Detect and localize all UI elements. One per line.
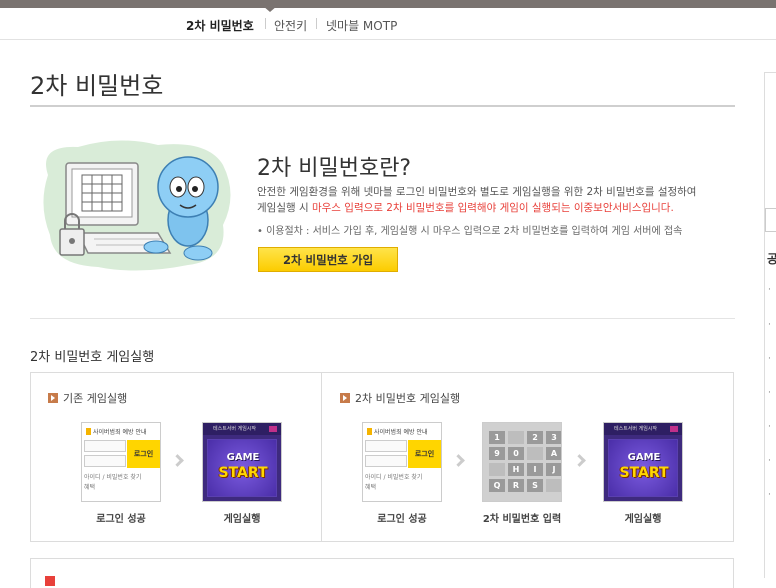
keypad-key: R <box>508 479 524 492</box>
right-panel-list-item[interactable]: · <box>768 388 771 398</box>
login-mini-footer: 아이디 / 비밀번호 찾기혜택 <box>84 473 141 493</box>
right-panel-list-item[interactable]: · <box>768 320 771 330</box>
right-panel-list-item[interactable]: · <box>768 456 771 466</box>
login-mini-button: 로그인 <box>408 440 441 468</box>
step-label-login-success: 로그인 성공 <box>96 514 146 525</box>
intro-description-highlight-line: 게임실행 시 마우스 입력으로 2차 비밀번호를 입력해야 게임이 실행되는 이… <box>257 200 674 215</box>
login-mini-footer-line1: 아이디 / 비밀번호 찾기 <box>84 474 142 481</box>
game-mini-bar: 테스트서버 게임시작 <box>203 423 281 435</box>
join-second-password-button[interactable]: 2차 비밀번호 가입 <box>258 247 398 272</box>
flow-left-title-text: 기존 게임실행 <box>63 392 128 405</box>
login-screen-thumbnail: 사이버범죄 예방 안내 로그인 아이디 / 비밀번호 찾기혜택 <box>362 422 442 502</box>
login-mini-footer-line1: 아이디 / 비밀번호 찾기 <box>365 474 423 481</box>
step-label-game-run: 게임실행 <box>223 514 261 525</box>
keypad-key: 0 <box>508 447 524 460</box>
login-mini-footer: 아이디 / 비밀번호 찾기혜택 <box>365 473 422 493</box>
game-start-thumbnail: 테스트서버 게임시작 GAME START <box>603 422 683 502</box>
login-mini-header: 사이버범죄 예방 안내 <box>86 427 147 436</box>
keypad-thumbnail: 1 2 3 9 0 A H I J Q R S <box>482 422 562 502</box>
sub-navigation: 2차 비밀번호 안전키 넷마블 MOTP <box>0 8 776 40</box>
arrow-right-icon <box>340 393 350 403</box>
keypad-key: H <box>508 463 524 476</box>
page-title: 2차 비밀번호 <box>30 72 164 100</box>
title-divider <box>30 105 735 107</box>
step-label-login-success: 로그인 성공 <box>377 514 427 525</box>
keypad-key: Q <box>489 479 505 492</box>
right-side-panel: 공 · · · · · · · <box>764 72 776 578</box>
intro-procedure: • 이용절차 : 서비스 가입 후, 게임실행 시 마우스 입력으로 2차 비밀… <box>257 226 683 237</box>
game-start-logo: GAME START <box>608 439 678 497</box>
intro-heading: 2차 비밀번호란? <box>257 156 412 181</box>
keypad-key: J <box>546 463 561 476</box>
arrow-right-icon <box>48 393 58 403</box>
login-mini-header: 사이버범죄 예방 안내 <box>367 427 428 436</box>
subnav-divider <box>316 18 317 29</box>
keypad-key <box>489 463 505 476</box>
game-start-logo-start: START <box>619 465 669 481</box>
right-panel-list-item[interactable]: · <box>768 490 771 500</box>
keypad-key <box>508 431 524 444</box>
game-start-logo-start: START <box>218 465 268 481</box>
keypad-key: 2 <box>527 431 543 444</box>
right-panel-list-item[interactable]: · <box>768 285 771 295</box>
flow-right-title-text: 2차 비밀번호 게임실행 <box>355 392 461 405</box>
right-panel-heading: 공 <box>767 252 776 266</box>
next-section-box <box>30 558 734 588</box>
login-mini-footer-line2: 혜택 <box>365 484 377 491</box>
subnav-item-second-password[interactable]: 2차 비밀번호 <box>186 17 254 34</box>
login-mini-pw-field <box>365 455 407 467</box>
top-bar <box>0 0 776 8</box>
keypad-grid: 1 2 3 9 0 A H I J Q R S <box>489 431 561 492</box>
intro-description: 안전한 게임환경을 위해 넷마블 로그인 비밀번호와 별도로 게임실행을 위한 … <box>257 186 697 198</box>
keypad-key: 1 <box>489 431 505 444</box>
game-start-logo-game: GAME <box>627 452 661 463</box>
flow-section-heading: 2차 비밀번호 게임실행 <box>30 350 155 365</box>
keypad-key: A <box>546 447 561 460</box>
login-mini-pw-field <box>84 455 126 467</box>
section-divider <box>30 318 735 319</box>
security-mascot-illustration <box>43 140 231 271</box>
keypad-key <box>527 447 543 460</box>
keypad-key: I <box>527 463 543 476</box>
login-mini-button: 로그인 <box>127 440 160 468</box>
intro-line2-highlight: 마우스 입력으로 2차 비밀번호를 입력해야 게임이 실행되는 이중보안서비스입… <box>311 202 674 214</box>
game-start-thumbnail: 테스트서버 게임시작 GAME START <box>202 422 282 502</box>
subnav-divider <box>265 18 266 29</box>
keypad-key: 3 <box>546 431 561 444</box>
flow-right-title: 2차 비밀번호 게임실행 <box>340 390 460 406</box>
intro-line2-prefix: 게임실행 시 <box>257 202 312 214</box>
step-label-game-run: 게임실행 <box>624 514 662 525</box>
game-start-logo-game: GAME <box>226 452 260 463</box>
keypad-key <box>546 479 561 492</box>
subnav-item-motp[interactable]: 넷마블 MOTP <box>326 17 397 34</box>
keypad-key: S <box>527 479 543 492</box>
login-mini-footer-line2: 혜택 <box>84 484 96 491</box>
subnav-item-safe-key[interactable]: 안전키 <box>274 17 307 34</box>
step-label-second-password-input: 2차 비밀번호 입력 <box>482 514 562 525</box>
game-start-logo: GAME START <box>207 439 277 497</box>
login-screen-thumbnail: 사이버범죄 예방 안내 로그인 아이디 / 비밀번호 찾기혜택 <box>81 422 161 502</box>
flow-divider <box>321 372 322 542</box>
flow-left-title: 기존 게임실행 <box>48 390 127 406</box>
right-panel-box <box>765 72 776 204</box>
login-mini-id-field <box>84 440 126 452</box>
right-panel-list-item[interactable]: · <box>768 422 771 432</box>
game-mini-bar: 테스트서버 게임시작 <box>604 423 682 435</box>
keypad-key: 9 <box>489 447 505 460</box>
login-mini-id-field <box>365 440 407 452</box>
right-panel-input[interactable] <box>765 208 776 232</box>
right-panel-list-item[interactable]: · <box>768 354 771 364</box>
